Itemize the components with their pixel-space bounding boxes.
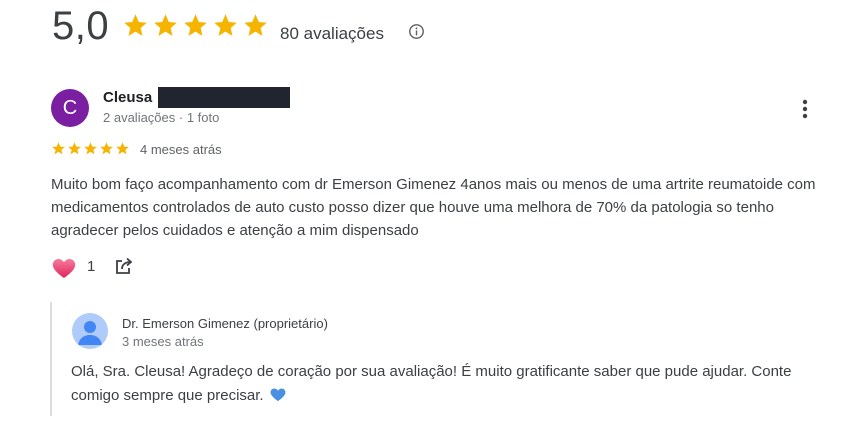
review-stars — [51, 141, 130, 156]
review-count: 80 avaliações — [280, 24, 384, 43]
like-count: 1 — [87, 258, 96, 275]
star-icon — [52, 142, 65, 155]
heart-icon[interactable] — [52, 257, 76, 279]
star-icon — [124, 14, 147, 36]
owner-reply-text: Olá, Sra. Cleusa! Agradeço de coração po… — [71, 360, 831, 408]
owner-reply-body: Olá, Sra. Cleusa! Agradeço de coração po… — [71, 363, 792, 404]
reviewer-meta: 2 avaliações · 1 foto — [103, 110, 220, 125]
star-icon — [214, 14, 237, 36]
review-date: 4 meses atrás — [140, 142, 222, 157]
star-icon — [184, 14, 207, 36]
owner-reply-date: 3 meses atrás — [122, 334, 204, 349]
star-icon — [84, 142, 97, 155]
overall-rating: 5,0 — [52, 4, 110, 48]
reviewer-name[interactable]: Cleusa — [103, 89, 152, 106]
star-icon — [244, 14, 267, 36]
owner-name[interactable]: Dr. Emerson Gimenez (proprietário) — [122, 316, 328, 331]
review-text: Muito bom faço acompanhamento com dr Eme… — [51, 176, 816, 239]
reviewer-avatar[interactable]: C — [51, 89, 89, 127]
overall-stars — [122, 12, 269, 39]
owner-avatar[interactable] — [72, 313, 108, 349]
star-icon — [100, 142, 113, 155]
redacted-surname — [158, 87, 290, 108]
reply-divider — [50, 302, 52, 416]
person-icon — [78, 321, 102, 345]
star-icon — [154, 14, 177, 36]
star-icon — [68, 142, 81, 155]
share-icon[interactable] — [114, 256, 134, 276]
blue-heart-icon — [270, 388, 286, 402]
star-icon — [116, 142, 129, 155]
more-vert-icon[interactable] — [797, 97, 813, 121]
info-icon[interactable] — [408, 23, 425, 40]
